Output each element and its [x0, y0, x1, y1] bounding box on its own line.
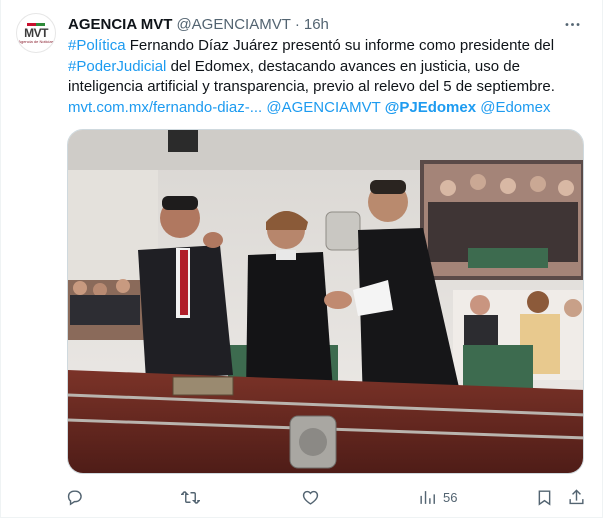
- avatar[interactable]: MVT Agencia de Noticias: [16, 13, 56, 53]
- photo-image: [68, 130, 583, 473]
- tweet-timestamp[interactable]: 16h: [304, 16, 329, 33]
- share-button[interactable]: [567, 482, 586, 512]
- retweet-button[interactable]: [181, 482, 206, 512]
- views-count: 56: [443, 489, 458, 505]
- views-icon: [420, 490, 435, 504]
- tweet-card[interactable]: MVT Agencia de Noticias AGENCIA MVT @AGE…: [0, 0, 603, 518]
- bookmark-button[interactable]: [535, 482, 554, 512]
- like-button[interactable]: [301, 482, 326, 512]
- more-options-button[interactable]: [560, 12, 584, 36]
- more-horizontal-icon: [565, 22, 579, 26]
- reply-button[interactable]: [65, 482, 90, 512]
- reply-icon: [67, 489, 82, 506]
- article-link[interactable]: mvt.com.mx/fernando-diaz-...: [68, 99, 262, 116]
- tweet-text: #Política Fernando Díaz Juárez presentó …: [68, 36, 583, 118]
- avatar-logo-text: MVT: [24, 25, 48, 40]
- separator-dot: ·: [294, 15, 300, 33]
- mention-agenciamvt[interactable]: @AGENCIAMVT: [266, 99, 380, 116]
- views-button[interactable]: 56: [418, 482, 457, 512]
- tweet-photo[interactable]: [67, 129, 584, 474]
- tweet-text-part-1: Fernando Díaz Juárez presentó su informe…: [125, 37, 555, 54]
- hashtag-politica[interactable]: #Política: [68, 37, 126, 54]
- retweet-icon: [181, 490, 200, 504]
- author-handle[interactable]: @AGENCIAMVT: [176, 16, 290, 33]
- mention-pjedomex[interactable]: @PJEdomex: [385, 99, 476, 116]
- like-icon: [302, 490, 319, 505]
- share-icon: [569, 488, 584, 504]
- tweet-header: AGENCIA MVT @AGENCIAMVT · 16h: [68, 14, 582, 34]
- mention-edomex[interactable]: @Edomex: [480, 99, 550, 116]
- hashtag-poderjudicial[interactable]: #PoderJudicial: [68, 58, 166, 75]
- author-name[interactable]: AGENCIA MVT: [68, 16, 172, 33]
- action-bar: 56: [61, 482, 589, 512]
- bookmark-icon: [538, 489, 551, 506]
- avatar-logo-subtext: Agencia de Noticias: [18, 38, 54, 44]
